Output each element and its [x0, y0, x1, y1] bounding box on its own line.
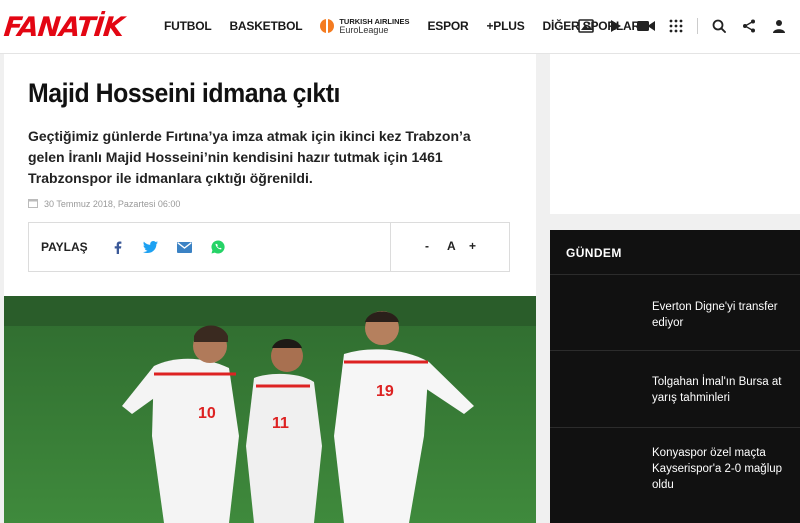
share-bar: PAYLAŞ - A +: [28, 222, 510, 272]
grid-icon[interactable]: [665, 15, 687, 37]
font-size-controls: - A +: [390, 223, 510, 271]
header-divider: [697, 18, 698, 34]
font-reset-button[interactable]: A: [447, 239, 456, 253]
top-navigation: FANATİK FUTBOL BASKETBOL TURKISH AIRLINE…: [0, 0, 800, 54]
facebook-icon[interactable]: [109, 238, 127, 256]
nav-basketbol[interactable]: BASKETBOL: [229, 19, 302, 33]
nav-futbol[interactable]: FUTBOL: [164, 19, 212, 33]
font-increase-button[interactable]: +: [469, 239, 476, 253]
gundem-panel: GÜNDEM Everton Digne'yi transfer ediyor …: [550, 230, 800, 523]
players-celebration-photo: 10 11 19: [4, 296, 536, 523]
twitter-icon[interactable]: [141, 238, 159, 256]
share-label: PAYLAŞ: [41, 240, 88, 254]
nav-espor[interactable]: ESPOR: [427, 19, 468, 33]
jersey-number-left: 10: [198, 405, 216, 422]
gundem-item-title[interactable]: Tolgahan İmal'ın Bursa at yarış tahminle…: [652, 374, 792, 406]
jersey-number-right: 19: [376, 383, 394, 400]
gundem-title: GÜNDEM: [566, 246, 622, 260]
user-icon[interactable]: [768, 15, 790, 37]
article-title: Majid Hosseini idmana çıktı: [28, 78, 340, 108]
article-card: Majid Hosseini idmana çıktı Geçtiğimiz g…: [4, 54, 536, 523]
euroleague-label: EuroLeague: [339, 25, 389, 35]
video-camera-icon[interactable]: [635, 15, 657, 37]
gundem-item[interactable]: Tolgahan İmal'ın Bursa at yarış tahminle…: [550, 352, 800, 428]
mail-icon[interactable]: [175, 238, 193, 256]
sidebar-ad-slot: [550, 54, 800, 214]
gundem-thumbnail[interactable]: [558, 439, 642, 495]
gundem-item-title[interactable]: Konyaspor özel maçta Kayserispor'a 2-0 m…: [652, 445, 792, 493]
search-icon[interactable]: [708, 15, 730, 37]
font-decrease-button[interactable]: -: [425, 239, 429, 253]
play-icon[interactable]: [605, 15, 627, 37]
nav-euroleague[interactable]: TURKISH AIRLINES EuroLeague: [320, 17, 409, 35]
header-actions: [567, 0, 790, 52]
gundem-thumbnail[interactable]: [558, 285, 642, 341]
article-date: 30 Temmuz 2018, Pazartesi 06:00: [28, 198, 180, 210]
gundem-item[interactable]: Konyaspor özel maçta Kayserispor'a 2-0 m…: [550, 429, 800, 523]
article-date-text: 30 Temmuz 2018, Pazartesi 06:00: [44, 199, 181, 209]
gallery-icon[interactable]: [575, 15, 597, 37]
nav-plus[interactable]: +PLUS: [487, 19, 525, 33]
calendar-icon: [28, 198, 38, 210]
whatsapp-icon[interactable]: [209, 238, 227, 256]
fanatik-logo[interactable]: FANATİK: [2, 12, 124, 43]
gundem-item[interactable]: Everton Digne'yi transfer ediyor: [550, 275, 800, 351]
jersey-number-middle: 11: [272, 415, 289, 432]
article-photo: 10 11 19: [4, 296, 536, 523]
share-icon[interactable]: [738, 15, 760, 37]
gundem-thumbnail[interactable]: [558, 362, 642, 418]
gundem-item-title[interactable]: Everton Digne'yi transfer ediyor: [652, 299, 792, 331]
article-lead: Geçtiğimiz günlerde Fırtına’ya imza atma…: [28, 128, 471, 186]
euroleague-ball-icon: [320, 19, 335, 33]
